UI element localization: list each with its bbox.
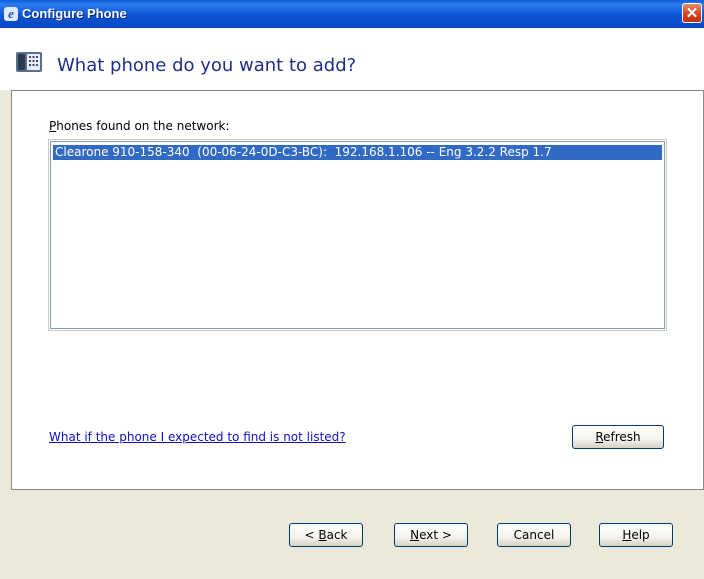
- phones-listbox[interactable]: Clearone 910-158-340 (00-06-24-0D-C3-BC)…: [48, 139, 667, 331]
- content-panel: Phones found on the network: Clearone 91…: [11, 90, 704, 490]
- next-button[interactable]: Next >: [394, 523, 468, 547]
- help-mnemonic: H: [622, 528, 632, 542]
- list-item[interactable]: Clearone 910-158-340 (00-06-24-0D-C3-BC)…: [53, 145, 662, 160]
- help-label: elp: [631, 528, 650, 542]
- title-bar: e Configure Phone ✕: [0, 0, 704, 28]
- phones-label-text: hones found on the network:: [56, 119, 230, 133]
- refresh-mnemonic: R: [595, 430, 604, 444]
- not-listed-help-link[interactable]: What if the phone I expected to find is …: [49, 430, 346, 444]
- browser-app-icon: e: [4, 7, 18, 21]
- back-prefix: <: [304, 528, 319, 542]
- cancel-button[interactable]: Cancel: [497, 523, 571, 547]
- back-button[interactable]: < Back: [289, 523, 363, 547]
- page-heading: What phone do you want to add?: [57, 55, 357, 76]
- back-mnemonic: B: [318, 528, 327, 542]
- refresh-label: efresh: [603, 430, 641, 444]
- help-button[interactable]: Help: [599, 523, 673, 547]
- refresh-button[interactable]: Refresh: [572, 425, 664, 449]
- wizard-header: What phone do you want to add?: [0, 28, 704, 90]
- close-button[interactable]: ✕: [682, 3, 702, 23]
- next-mnemonic: N: [410, 528, 420, 542]
- phone-icon: [16, 52, 42, 72]
- window-title: Configure Phone: [22, 6, 127, 21]
- back-label: ack: [326, 528, 348, 542]
- phones-list-label: Phones found on the network:: [49, 119, 230, 133]
- next-label: ext >: [419, 528, 452, 542]
